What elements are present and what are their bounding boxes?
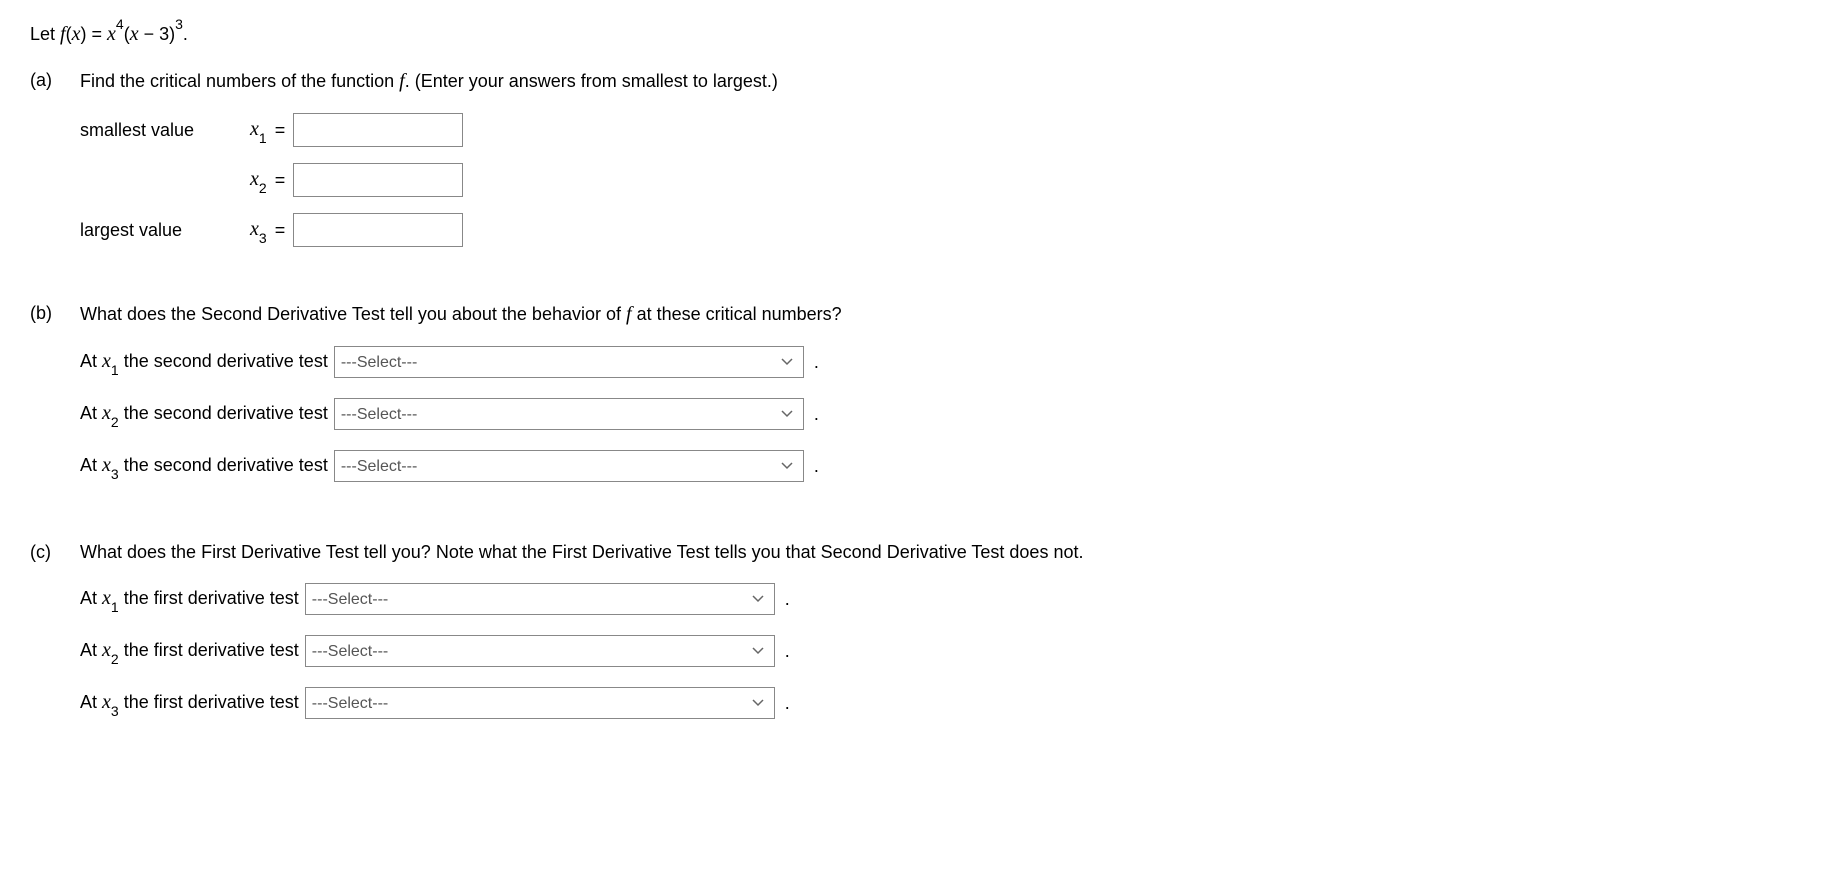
part-c-label: (c) xyxy=(30,542,80,739)
largest-value-label: largest value xyxy=(80,220,250,241)
part-b-label: (b) xyxy=(30,303,80,502)
b-x2-period: . xyxy=(814,404,819,425)
x2-input[interactable] xyxy=(293,163,463,197)
intro-x2: x xyxy=(107,23,116,45)
part-a-q-post: . (Enter your answers from smallest to l… xyxy=(405,71,778,91)
c-x2-select[interactable]: ---Select--- xyxy=(305,635,775,667)
part-b-question: What does the Second Derivative Test tel… xyxy=(80,303,1814,326)
part-a-q-pre: Find the critical numbers of the functio… xyxy=(80,71,399,91)
intro-eq: = xyxy=(86,24,107,44)
c-x1-period: . xyxy=(785,589,790,610)
intro-x1: x xyxy=(72,23,81,45)
intro-dot: . xyxy=(183,24,188,44)
part-a: (a) Find the critical numbers of the fun… xyxy=(30,70,1814,263)
b-x1-select[interactable]: ---Select--- xyxy=(334,346,804,378)
c-x1-sentence: At x1 the first derivative test xyxy=(80,587,299,612)
b-x1-period: . xyxy=(814,352,819,373)
b-x3-select[interactable]: ---Select--- xyxy=(334,450,804,482)
x1-label: x1 xyxy=(250,118,267,143)
x1-eq: = xyxy=(275,120,286,141)
c-x3-period: . xyxy=(785,693,790,714)
part-a-label: (a) xyxy=(30,70,80,263)
x1-input[interactable] xyxy=(293,113,463,147)
part-a-question: Find the critical numbers of the functio… xyxy=(80,70,1814,93)
intro-minus: − 3) xyxy=(139,24,176,44)
c-x2-sentence: At x2 the first derivative test xyxy=(80,639,299,664)
b-x1-sentence: At x1 the second derivative test xyxy=(80,350,328,375)
intro-f: f xyxy=(60,23,66,45)
b-x2-select[interactable]: ---Select--- xyxy=(334,398,804,430)
x3-eq: = xyxy=(275,220,286,241)
smallest-value-label: smallest value xyxy=(80,120,250,141)
b-x3-period: . xyxy=(814,456,819,477)
intro-exp2: 3 xyxy=(175,16,183,32)
part-c: (c) What does the First Derivative Test … xyxy=(30,542,1814,739)
part-b-q-post: at these critical numbers? xyxy=(632,304,842,324)
x2-label: x2 xyxy=(250,168,267,193)
c-x3-sentence: At x3 the first derivative test xyxy=(80,691,299,716)
part-b: (b) What does the Second Derivative Test… xyxy=(30,303,1814,502)
c-x3-select[interactable]: ---Select--- xyxy=(305,687,775,719)
x3-input[interactable] xyxy=(293,213,463,247)
x3-label: x3 xyxy=(250,218,267,243)
intro-let: Let xyxy=(30,24,60,44)
b-x3-sentence: At x3 the second derivative test xyxy=(80,454,328,479)
intro-exp1: 4 xyxy=(116,16,124,32)
function-definition: Let f(x) = x4(x − 3)3. xyxy=(30,20,1814,46)
b-x2-sentence: At x2 the second derivative test xyxy=(80,402,328,427)
c-x2-period: . xyxy=(785,641,790,662)
part-c-question: What does the First Derivative Test tell… xyxy=(80,542,1814,563)
part-b-q-pre: What does the Second Derivative Test tel… xyxy=(80,304,626,324)
c-x1-select[interactable]: ---Select--- xyxy=(305,583,775,615)
intro-x3: x xyxy=(130,23,139,45)
x2-eq: = xyxy=(275,170,286,191)
